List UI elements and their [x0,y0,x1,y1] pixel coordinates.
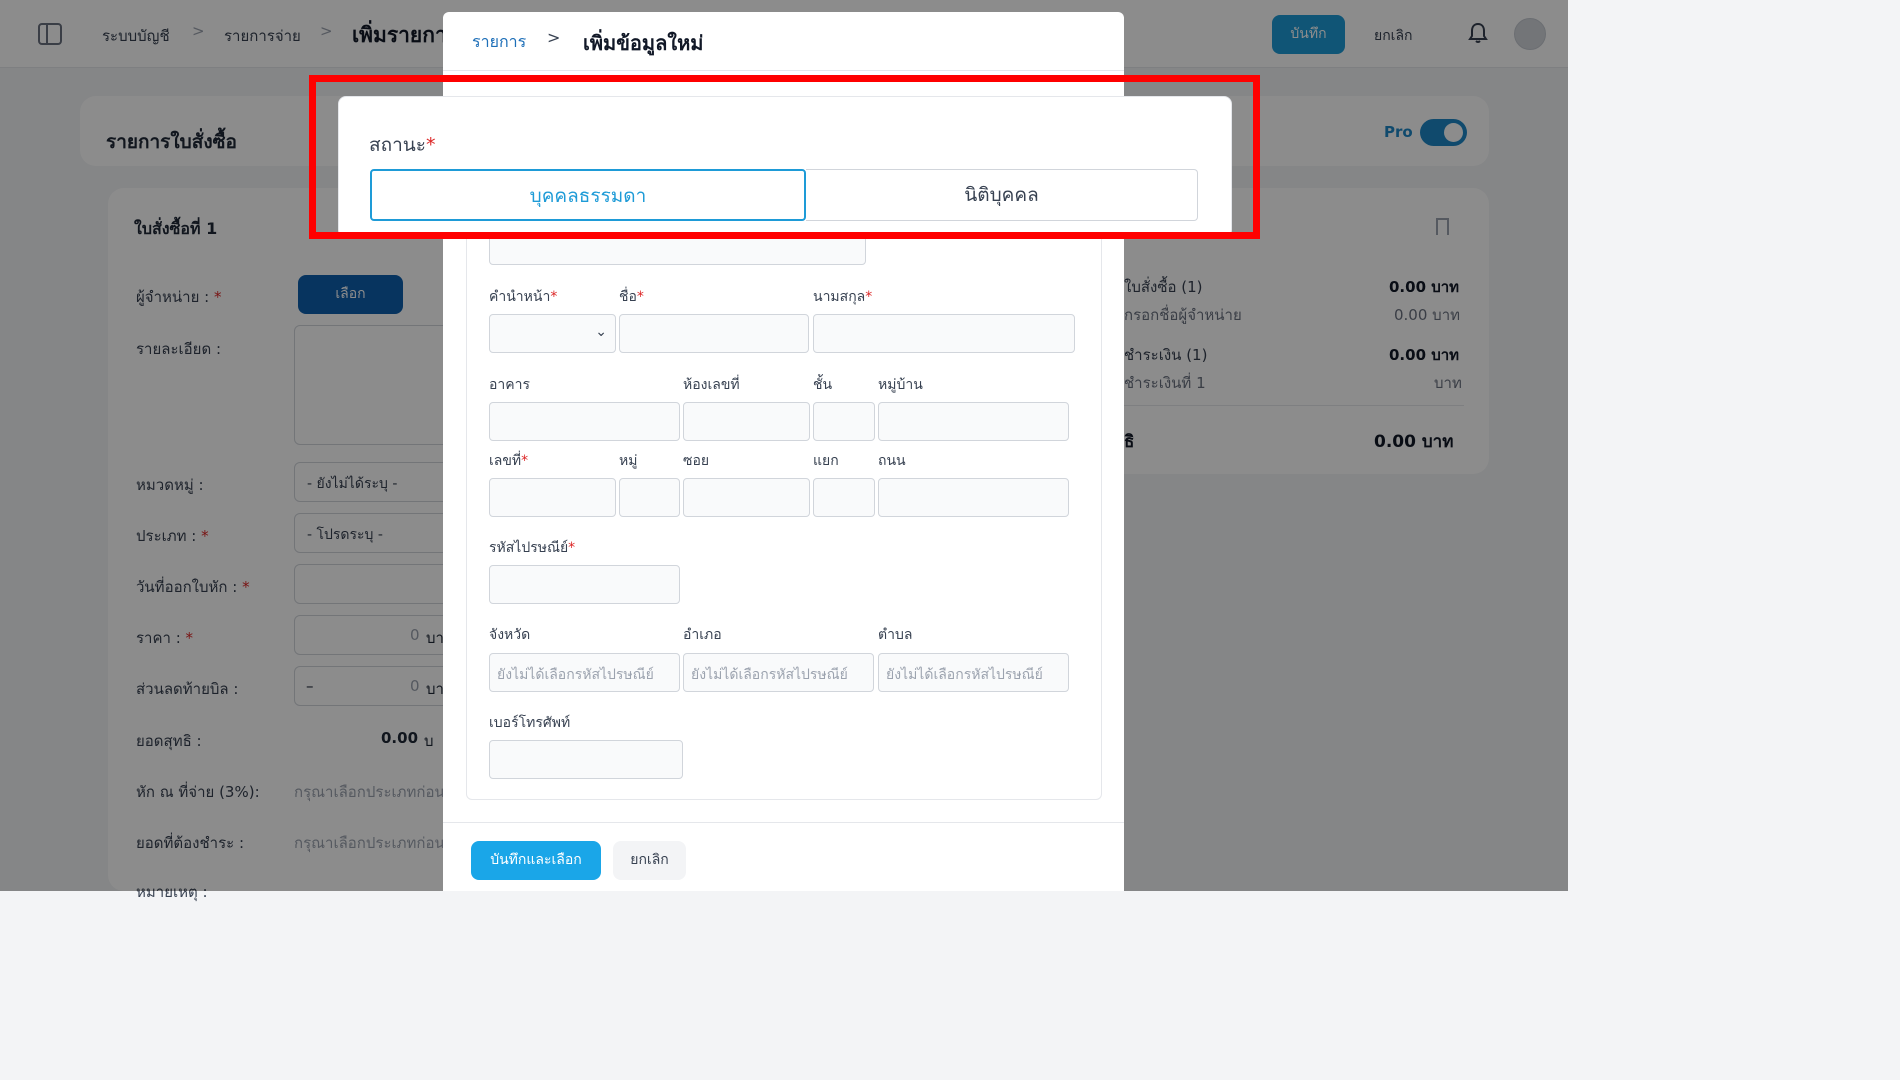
province-input[interactable]: ยังไม่ได้เลือกรหัสไปรษณีย์ [489,653,680,692]
modal-title: เพิ่มข้อมูลใหม่ [583,31,704,55]
last-name-label: นามสกุล* [813,289,873,305]
village-input[interactable] [878,402,1069,441]
postal-code-input[interactable] [489,565,680,604]
floor-label: ชั้น [813,377,833,393]
room-input[interactable] [683,402,810,441]
last-name-input[interactable] [813,314,1075,353]
moo-label: หมู่ [619,453,638,469]
first-name-input[interactable] [619,314,809,353]
province-label: จังหวัด [489,627,531,643]
building-input[interactable] [489,402,680,441]
first-name-label: ชื่อ* [619,289,644,305]
moo-input[interactable] [619,478,680,517]
room-label: ห้องเลขที่ [683,377,740,393]
chevron-down-icon: ⌄ [595,324,607,340]
subdistrict-input[interactable]: ยังไม่ได้เลือกรหัสไปรษณีย์ [878,653,1069,692]
soi-label: ซอย [683,453,710,469]
building-label: อาคาร [489,377,531,393]
soi-input[interactable] [683,478,810,517]
district-input[interactable]: ยังไม่ได้เลือกรหัสไปรษณีย์ [683,653,874,692]
phone-label: เบอร์โทรศัพท์ [489,715,571,731]
modal-cancel-button[interactable]: ยกเลิก [613,841,686,880]
save-and-select-button[interactable]: บันทึกและเลือก [471,841,601,880]
house-no-input[interactable] [489,478,616,517]
modal-header: รายการ > เพิ่มข้อมูลใหม่ [443,12,1124,71]
modal-breadcrumb[interactable]: รายการ [472,30,526,55]
floor-input[interactable] [813,402,875,441]
postal-code-label: รหัสไปรษณีย์* [489,540,576,556]
subdistrict-label: ตำบล [878,627,913,643]
yaek-input[interactable] [813,478,875,517]
prefix-select[interactable]: ⌄ [489,314,616,353]
yaek-label: แยก [813,453,839,469]
highlight-annotation-box [309,75,1260,239]
prefix-label: คำนำหน้า* [489,289,558,305]
district-label: อำเภอ [683,627,722,643]
chevron-right-icon: > [547,28,561,47]
road-label: ถนน [878,453,906,469]
road-input[interactable] [878,478,1069,517]
village-label: หมู่บ้าน [878,377,923,393]
house-no-label: เลขที่* [489,453,529,469]
phone-input[interactable] [489,740,683,779]
